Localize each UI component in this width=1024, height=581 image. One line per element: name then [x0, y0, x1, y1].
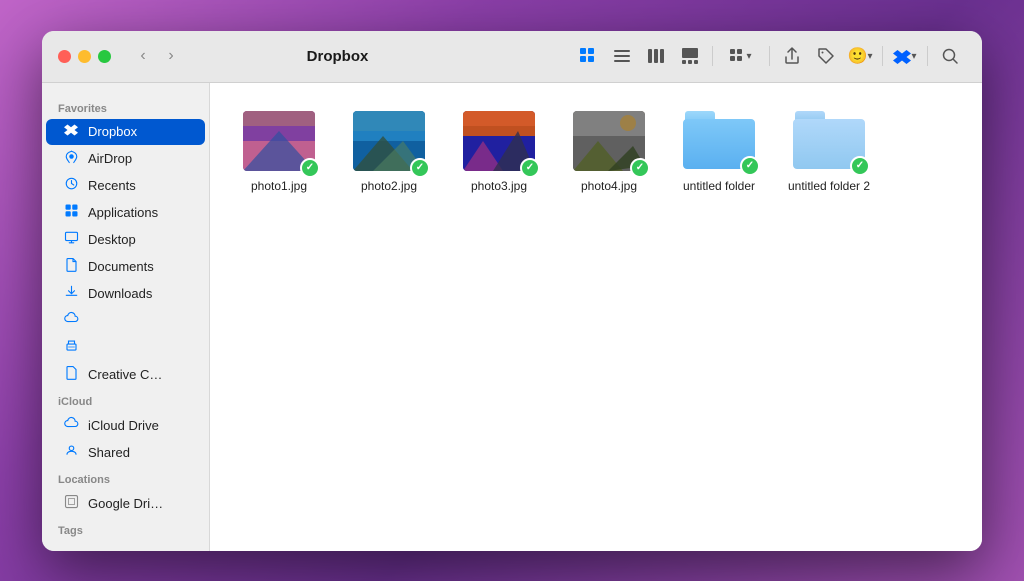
locations-label: Locations — [42, 466, 209, 490]
finder-window: ‹ › Dropbox — [42, 31, 982, 551]
share-button[interactable] — [776, 40, 808, 72]
sidebar-item-desktop-label: Desktop — [88, 232, 136, 247]
file-name-photo1: photo1.jpg — [251, 179, 307, 195]
file-thumb-wrapper-photo1: ✓ — [243, 111, 315, 173]
titlebar: ‹ › Dropbox — [42, 31, 982, 83]
sidebar-item-creativec-label: Creative C… — [88, 367, 162, 382]
check-badge-photo3: ✓ — [520, 158, 540, 178]
file-thumb-wrapper-photo3: ✓ — [463, 111, 535, 173]
favorites-label: Favorites — [42, 95, 209, 119]
search-button[interactable] — [934, 40, 966, 72]
check-badge-photo4: ✓ — [630, 158, 650, 178]
sidebar-item-downloads[interactable]: Downloads — [46, 280, 205, 307]
documents-icon — [62, 257, 80, 276]
file-item-folder1[interactable]: ✓ untitled folder — [674, 103, 764, 203]
file-grid: ✓ photo1.jpg — [234, 103, 958, 203]
icloud-icon — [62, 416, 80, 435]
sidebar-item-recents[interactable]: Recents — [46, 172, 205, 199]
file-item-photo1[interactable]: ✓ photo1.jpg — [234, 103, 324, 203]
file-name-folder2: untitled folder 2 — [788, 179, 870, 195]
icloud-label: iCloud — [42, 388, 209, 412]
sort-button[interactable]: ▾ — [719, 40, 763, 72]
shared-icon — [62, 443, 80, 462]
folder-thumb-wrapper-1: ✓ — [683, 111, 755, 173]
check-badge-folder2: ✓ — [850, 156, 870, 176]
sidebar-item-creativec[interactable]: Creative C… — [46, 361, 205, 388]
sidebar-item-google-drive-label: Google Dri… — [88, 496, 163, 511]
sidebar-item-extra2[interactable] — [46, 334, 205, 361]
view-list-button[interactable] — [606, 40, 638, 72]
file-name-folder1: untitled folder — [683, 179, 755, 195]
downloads-icon — [62, 284, 80, 303]
sidebar-item-desktop[interactable]: Desktop — [46, 226, 205, 253]
recents-icon — [62, 176, 80, 195]
check-badge-folder1: ✓ — [740, 156, 760, 176]
file-item-photo3[interactable]: ✓ photo3.jpg — [454, 103, 544, 203]
desktop-icon — [62, 230, 80, 249]
file-name-photo4: photo4.jpg — [581, 179, 637, 195]
airdrop-icon — [62, 149, 80, 168]
view-gallery-button[interactable] — [674, 40, 706, 72]
sidebar: Favorites Dropbox — [42, 83, 210, 551]
sidebar-item-applications-label: Applications — [88, 205, 158, 220]
file-name-photo2: photo2.jpg — [361, 179, 417, 195]
window-title: Dropbox — [115, 48, 560, 65]
sidebar-item-dropbox[interactable]: Dropbox — [46, 119, 205, 145]
check-badge-photo2: ✓ — [410, 158, 430, 178]
tags-label: Tags — [42, 517, 209, 541]
minimize-button[interactable] — [78, 50, 91, 63]
toolbar-divider-4 — [927, 46, 928, 66]
file-name-photo3: photo3.jpg — [471, 179, 527, 195]
folder-thumb-wrapper-2: ✓ — [793, 111, 865, 173]
applications-icon — [62, 203, 80, 222]
check-badge-photo1: ✓ — [300, 158, 320, 178]
sidebar-item-google-drive[interactable]: Google Dri… — [46, 490, 205, 517]
file-area: ✓ photo1.jpg — [210, 83, 982, 551]
dropbox-toolbar-button[interactable]: ▾ — [889, 40, 921, 72]
sidebar-item-extra1[interactable] — [46, 307, 205, 334]
printer-icon — [62, 338, 80, 357]
sidebar-item-airdrop-label: AirDrop — [88, 151, 132, 166]
sidebar-item-applications[interactable]: Applications — [46, 199, 205, 226]
file-thumb-wrapper-photo2: ✓ — [353, 111, 425, 173]
toolbar-divider-1 — [712, 46, 713, 66]
sidebar-item-airdrop[interactable]: AirDrop — [46, 145, 205, 172]
file-item-photo2[interactable]: ✓ photo2.jpg — [344, 103, 434, 203]
sidebar-item-downloads-label: Downloads — [88, 286, 152, 301]
maximize-button[interactable] — [98, 50, 111, 63]
tag-button[interactable] — [810, 40, 842, 72]
cloud2-icon — [62, 311, 80, 330]
toolbar-divider-3 — [882, 46, 883, 66]
toolbar-view-buttons: ▾ 🙂▾ ▾ — [572, 40, 966, 72]
sidebar-item-documents-label: Documents — [88, 259, 154, 274]
file-thumb-wrapper-photo4: ✓ — [573, 111, 645, 173]
sidebar-item-dropbox-label: Dropbox — [88, 124, 137, 139]
view-icons-button[interactable] — [572, 40, 604, 72]
view-columns-button[interactable] — [640, 40, 672, 72]
sidebar-item-icloud-drive[interactable]: iCloud Drive — [46, 412, 205, 439]
sidebar-item-icloud-drive-label: iCloud Drive — [88, 418, 159, 433]
sidebar-item-shared[interactable]: Shared — [46, 439, 205, 466]
file-item-folder2[interactable]: ✓ untitled folder 2 — [784, 103, 874, 203]
traffic-lights — [58, 50, 111, 63]
sidebar-item-documents[interactable]: Documents — [46, 253, 205, 280]
creativec-icon — [62, 365, 80, 384]
toolbar-divider-2 — [769, 46, 770, 66]
sidebar-item-recents-label: Recents — [88, 178, 136, 193]
file-item-photo4[interactable]: ✓ photo4.jpg — [564, 103, 654, 203]
sidebar-item-shared-label: Shared — [88, 445, 130, 460]
dropbox-icon — [62, 123, 80, 141]
main-content: Favorites Dropbox — [42, 83, 982, 551]
close-button[interactable] — [58, 50, 71, 63]
googledrive-icon — [62, 494, 80, 513]
emoji-button[interactable]: 🙂▾ — [844, 40, 876, 72]
